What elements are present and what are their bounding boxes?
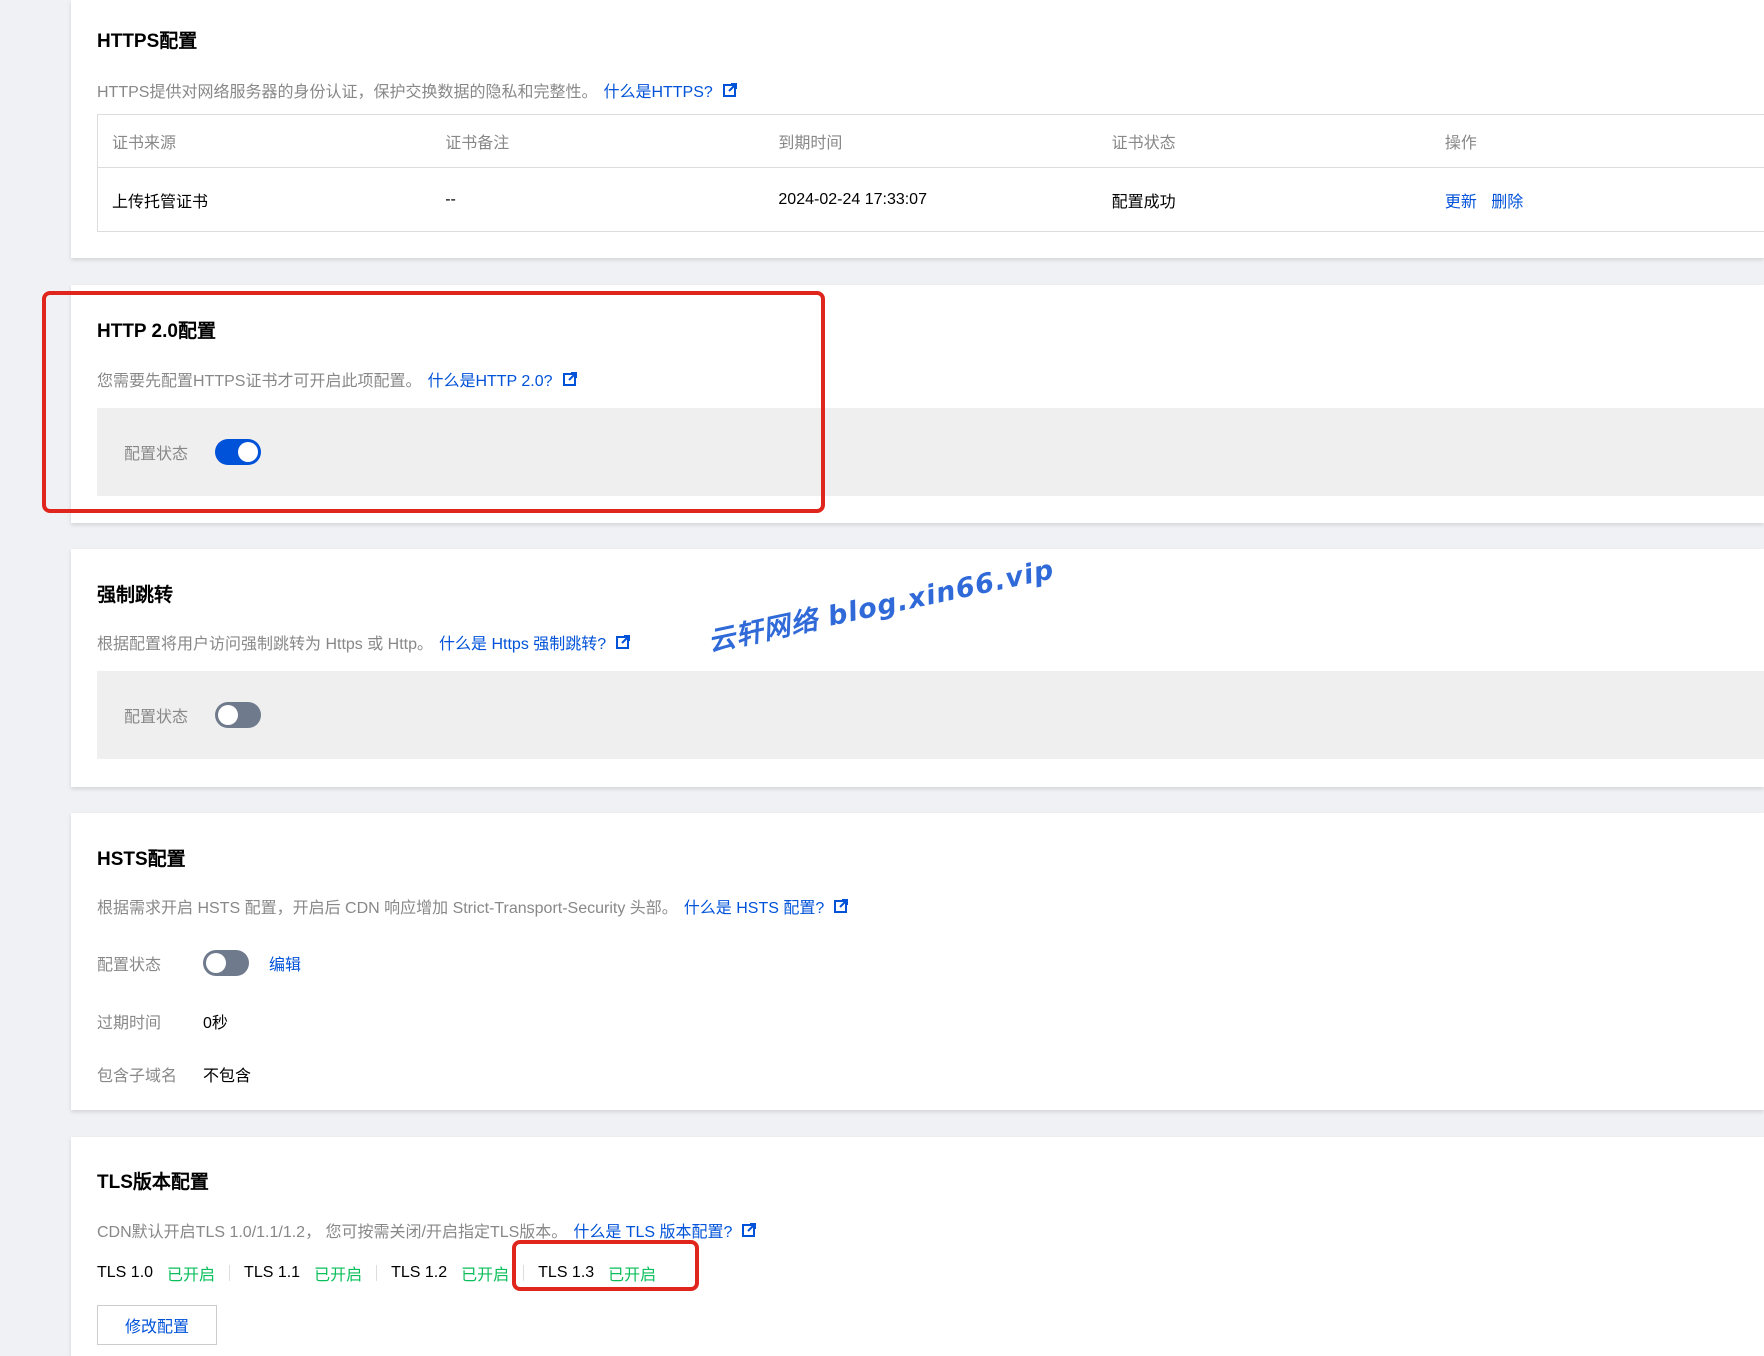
cell-source: 上传托管证书 xyxy=(112,193,209,211)
https-config-title: HTTPS配置 xyxy=(97,31,198,52)
tls-help-link[interactable]: 什么是 TLS 版本配置? xyxy=(573,1218,732,1242)
hsts-subdomain-value: 不包含 xyxy=(203,1068,252,1085)
hsts-help-link[interactable]: 什么是 HSTS 配置? xyxy=(684,894,824,918)
tls-version-status: 已开启 xyxy=(461,1267,510,1284)
external-link-icon[interactable] xyxy=(722,83,737,97)
force-redirect-status-label: 配置状态 xyxy=(124,709,189,726)
column-header-note: 证书备注 xyxy=(445,135,510,152)
force-redirect-title: 强制跳转 xyxy=(97,585,174,606)
delete-cert-link[interactable]: 删除 xyxy=(1491,194,1523,211)
external-link-icon[interactable] xyxy=(834,899,849,913)
https-help-link[interactable]: 什么是HTTPS? xyxy=(603,78,712,102)
tls13-highlight-box xyxy=(512,1240,699,1291)
https-config-card: HTTPS配置 HTTPS提供对网络服务器的身份认证，保护交换数据的隐私和完整性… xyxy=(71,0,1764,258)
hsts-config-card: HSTS配置 根据需求开启 HSTS 配置，开启后 CDN 响应增加 Stric… xyxy=(71,813,1764,1110)
tls-version-item: TLS 1.2 已开启 xyxy=(391,1261,509,1285)
force-redirect-desc-text: 根据配置将用户访问强制跳转为 Https 或 Http。 xyxy=(97,636,434,653)
cell-status: 配置成功 xyxy=(1111,193,1176,211)
hsts-toggle-switch[interactable] xyxy=(203,950,249,976)
hsts-config-title: HSTS配置 xyxy=(97,849,186,870)
tls-desc-text: CDN默认开启TLS 1.0/1.1/1.2， 您可按需关闭/开启指定TLS版本… xyxy=(97,1224,568,1241)
table-header-row: 证书来源 证书备注 到期时间 证书状态 操作 xyxy=(98,115,1764,168)
tls-version-item: TLS 1.1 已开启 xyxy=(244,1261,362,1285)
column-header-actions: 操作 xyxy=(1444,135,1477,152)
cell-note: -- xyxy=(445,190,456,208)
column-header-source: 证书来源 xyxy=(112,135,177,152)
http2-highlight-box xyxy=(42,291,825,513)
tls-version-label: TLS 1.1 xyxy=(244,1264,301,1281)
tls-version-item: TLS 1.0 已开启 xyxy=(97,1261,215,1285)
hsts-edit-link[interactable]: 编辑 xyxy=(269,951,301,975)
hsts-status-label: 配置状态 xyxy=(97,957,162,974)
certificate-table: 证书来源 证书备注 到期时间 证书状态 操作 上传托管证书 -- 2024-02… xyxy=(97,114,1764,232)
hsts-expire-value: 0秒 xyxy=(203,1015,228,1032)
divider xyxy=(229,1265,231,1281)
tls-version-label: TLS 1.2 xyxy=(391,1264,448,1281)
tls-version-status: 已开启 xyxy=(314,1267,363,1284)
table-row: 上传托管证书 -- 2024-02-24 17:33:07 配置成功 更新 删除 xyxy=(98,168,1764,231)
force-redirect-desc: 根据配置将用户访问强制跳转为 Https 或 Http。 什么是 Https 强… xyxy=(97,630,631,654)
tls-config-title: TLS版本配置 xyxy=(97,1172,209,1193)
https-desc-text: HTTPS提供对网络服务器的身份认证，保护交换数据的隐私和完整性。 xyxy=(97,84,598,101)
update-cert-link[interactable]: 更新 xyxy=(1445,194,1477,211)
force-redirect-help-link[interactable]: 什么是 Https 强制跳转? xyxy=(439,630,606,654)
tls-config-card: TLS版本配置 CDN默认开启TLS 1.0/1.1/1.2， 您可按需关闭/开… xyxy=(71,1137,1764,1356)
force-redirect-status-panel: 配置状态 xyxy=(97,671,1764,759)
hsts-expire-label: 过期时间 xyxy=(97,1015,162,1032)
hsts-status-row: 配置状态 编辑 xyxy=(97,950,301,976)
external-link-icon[interactable] xyxy=(742,1223,757,1237)
tls-version-status: 已开启 xyxy=(167,1267,216,1284)
hsts-desc-text: 根据需求开启 HSTS 配置，开启后 CDN 响应增加 Strict-Trans… xyxy=(97,900,678,917)
tls-version-label: TLS 1.0 xyxy=(97,1264,154,1281)
divider xyxy=(376,1265,378,1281)
hsts-config-desc: 根据需求开启 HSTS 配置，开启后 CDN 响应增加 Strict-Trans… xyxy=(97,894,849,918)
column-header-expire: 到期时间 xyxy=(778,135,843,152)
hsts-subdomain-label: 包含子域名 xyxy=(97,1068,178,1085)
cell-actions: 更新 删除 xyxy=(1431,188,1764,212)
https-config-desc: HTTPS提供对网络服务器的身份认证，保护交换数据的隐私和完整性。 什么是HTT… xyxy=(97,78,737,102)
hsts-expire-row: 过期时间 0秒 xyxy=(97,1009,228,1033)
column-header-status: 证书状态 xyxy=(1111,135,1176,152)
force-redirect-toggle-switch[interactable] xyxy=(215,702,262,728)
modify-config-button[interactable]: 修改配置 xyxy=(97,1305,217,1345)
tls-config-desc: CDN默认开启TLS 1.0/1.1/1.2， 您可按需关闭/开启指定TLS版本… xyxy=(97,1218,757,1242)
toggle-knob xyxy=(206,953,226,973)
hsts-subdomain-row: 包含子域名 不包含 xyxy=(97,1062,251,1086)
external-link-icon[interactable] xyxy=(616,635,631,649)
toggle-knob xyxy=(218,705,239,725)
cell-expire: 2024-02-24 17:33:07 xyxy=(778,190,927,208)
